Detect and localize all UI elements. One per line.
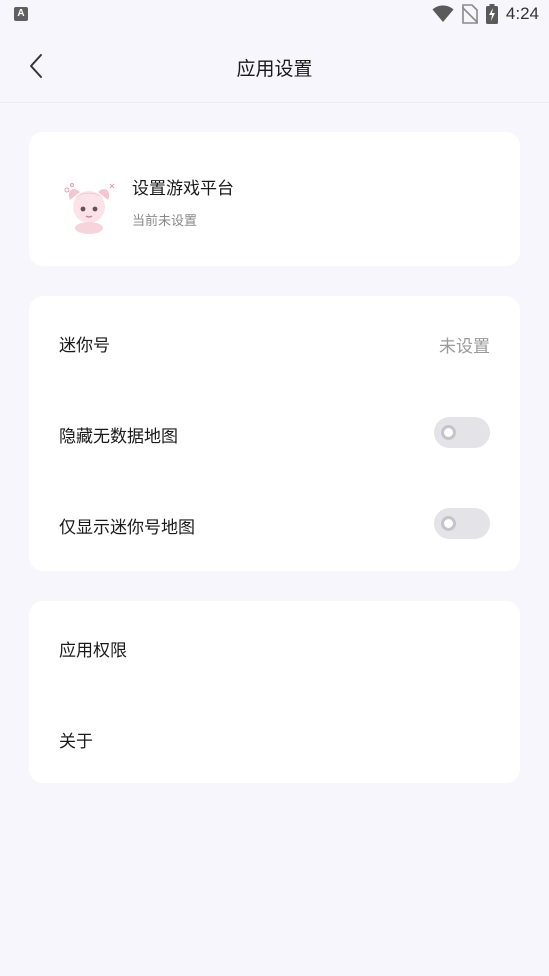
wifi-icon (432, 5, 454, 22)
only-mini-row: 仅显示迷你号地图 (29, 479, 520, 569)
status-bar: A 4:24 (0, 0, 549, 30)
only-mini-label: 仅显示迷你号地图 (59, 518, 195, 538)
game-platform-card[interactable]: 设置游戏平台 当前未设置 (29, 132, 520, 266)
hide-nodata-toggle[interactable] (434, 417, 490, 448)
mini-id-row[interactable]: 迷你号 未设置 (29, 297, 520, 387)
permissions-row[interactable]: 应用权限 (29, 602, 520, 692)
platform-title: 设置游戏平台 (132, 179, 234, 199)
about-card: 应用权限 关于 (29, 601, 520, 783)
keyboard-a-icon: A (14, 7, 28, 21)
battery-charging-icon (485, 4, 498, 24)
hide-nodata-row: 隐藏无数据地图 (29, 388, 520, 478)
mini-id-label: 迷你号 (59, 336, 110, 356)
status-left: A (14, 7, 28, 21)
settings-card: 迷你号 未设置 隐藏无数据地图 仅显示迷你号地图 (29, 296, 520, 571)
no-sim-icon (461, 4, 478, 24)
toggle-knob (441, 516, 456, 531)
status-right: 4:24 (432, 4, 539, 24)
about-label: 关于 (59, 732, 93, 752)
permissions-label: 应用权限 (59, 641, 127, 661)
status-time: 4:24 (505, 4, 539, 23)
about-row[interactable]: 关于 (29, 693, 520, 783)
hide-nodata-label: 隐藏无数据地图 (59, 427, 178, 447)
page-title: 应用设置 (236, 58, 313, 80)
toggle-knob (441, 425, 456, 440)
avatar (64, 183, 115, 234)
only-mini-toggle[interactable] (434, 508, 490, 539)
mini-id-value: 未设置 (439, 337, 490, 357)
platform-status: 当前未设置 (132, 214, 198, 229)
app-header: 应用设置 (0, 30, 549, 103)
